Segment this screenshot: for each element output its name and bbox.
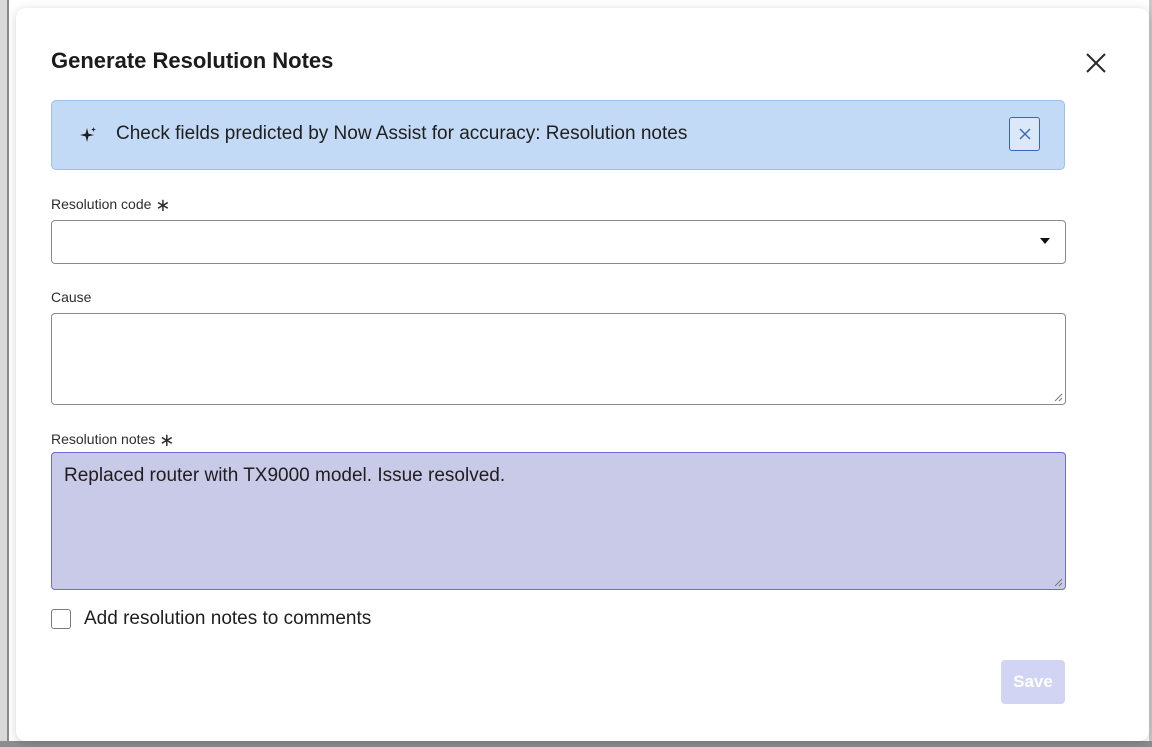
cause-label: Cause: [51, 289, 91, 305]
cause-label-text: Cause: [51, 289, 92, 305]
sparkle-icon: [80, 127, 96, 142]
resolution-notes-textarea[interactable]: [51, 452, 1066, 590]
resolution-code-label-text: Resolution code: [51, 196, 152, 212]
add-to-comments-checkbox[interactable]: [51, 609, 71, 629]
cause-textarea[interactable]: [51, 313, 1066, 405]
save-button[interactable]: Save: [1001, 660, 1065, 704]
generate-resolution-notes-dialog: Generate Resolution Notes Check fields p…: [16, 8, 1149, 741]
resolution-notes-label-text: Resolution notes: [51, 431, 156, 447]
resolution-code-label: Resolution code ∗: [51, 193, 171, 215]
resolution-notes-label: Resolution notes ∗: [51, 428, 175, 450]
resize-grip-icon[interactable]: [1053, 577, 1063, 587]
resize-grip-icon[interactable]: [1053, 392, 1063, 402]
required-marker: ∗: [155, 195, 171, 215]
add-to-comments-row: Add resolution notes to comments: [51, 606, 371, 632]
background-divider: [7, 0, 9, 747]
add-to-comments-label[interactable]: Add resolution notes to comments: [84, 608, 371, 630]
dialog-close-button[interactable]: [1081, 48, 1111, 78]
resolution-code-select[interactable]: [51, 220, 1066, 264]
close-icon: [1019, 128, 1030, 140]
banner-message: Check fields predicted by Now Assist for…: [116, 123, 688, 144]
banner-dismiss-button[interactable]: [1009, 117, 1040, 151]
background-app-top: [0, 0, 1152, 8]
background-app-bottom: [0, 741, 1152, 747]
now-assist-banner: Check fields predicted by Now Assist for…: [51, 100, 1065, 170]
caret-down-icon: [1040, 238, 1050, 244]
dialog-title: Generate Resolution Notes: [51, 48, 334, 73]
page: Generate Resolution Notes Check fields p…: [0, 0, 1152, 747]
close-icon: [1086, 53, 1106, 73]
required-marker: ∗: [159, 430, 175, 450]
